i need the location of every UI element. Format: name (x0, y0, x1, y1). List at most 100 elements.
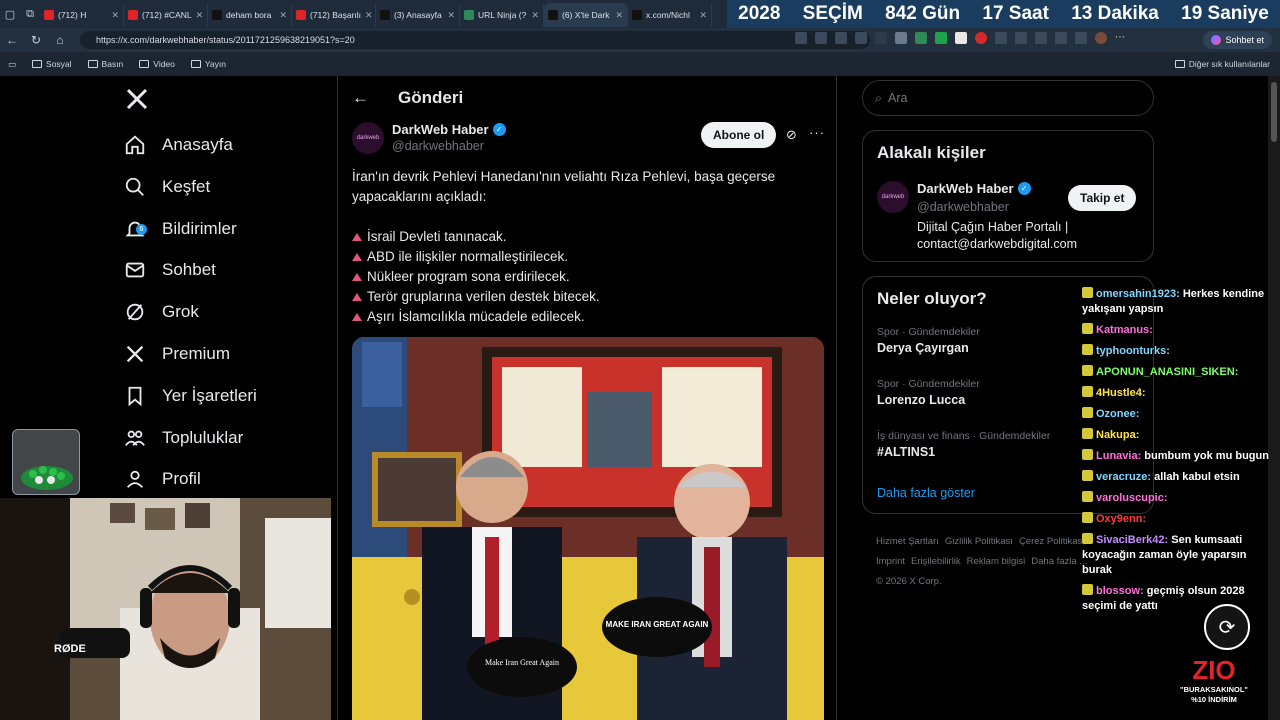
related-avatar[interactable]: darkweb (877, 181, 909, 213)
nav-item-bookmark[interactable]: Yer İşaretleri (124, 376, 257, 416)
close-icon[interactable]: ✕ (111, 10, 119, 21)
bookmark-label: Video (153, 59, 175, 69)
red-triangle-icon (352, 273, 362, 281)
browser-tab[interactable]: URL Ninja (? ✕ (460, 3, 544, 27)
nav-item-mail[interactable]: Sohbet (124, 250, 216, 290)
extension-icon[interactable] (875, 32, 887, 44)
avatar[interactable] (1095, 32, 1107, 44)
grok-explain-icon[interactable]: ⊘ (786, 127, 797, 143)
related-handle[interactable]: @darkwebhaber (917, 200, 1009, 214)
nav-item-home[interactable]: Anasayfa (124, 125, 233, 165)
bookmark-folder[interactable]: Video (139, 59, 175, 69)
countdown-minutes: 13 Dakika (1071, 3, 1159, 24)
nav-item-label: Grok (162, 302, 199, 322)
extension-icon[interactable] (915, 32, 927, 44)
close-icon[interactable]: ✕ (196, 10, 204, 21)
copilot-chat-button[interactable]: Sohbet et (1203, 31, 1272, 49)
more-options-icon[interactable]: ··· (809, 125, 825, 140)
back-arrow-icon[interactable]: ← (352, 88, 369, 108)
close-icon[interactable]: ✕ (447, 10, 455, 21)
tab-label: x.com/Nichl (646, 10, 690, 20)
browser-tab[interactable]: deham bora ✕ (208, 3, 292, 27)
chat-badge-icon (1082, 449, 1093, 460)
window-menu-icon[interactable]: ▢ (0, 0, 20, 28)
author-name: DarkWeb Haber (392, 122, 489, 137)
subscribe-button[interactable]: Abone ol (701, 122, 777, 148)
nav-item-x[interactable]: Premium (124, 334, 230, 374)
translate-icon[interactable] (795, 32, 807, 44)
browser-tab[interactable]: (712) #CANL ✕ (124, 3, 208, 27)
browser-tab[interactable]: (712) Başarılı ✕ (292, 3, 376, 27)
back-icon[interactable]: ← (0, 33, 24, 47)
x-logo-icon[interactable] (125, 86, 149, 118)
nav-item-grok[interactable]: Grok (124, 292, 199, 332)
read-aloud-icon[interactable] (835, 32, 847, 44)
extension-icon[interactable] (935, 32, 947, 44)
chat-username: Lunavia: (1096, 450, 1142, 462)
post-image[interactable]: Make Iran Great Again MAKE IRAN GREAT AG… (352, 337, 824, 720)
browser-essentials-icon[interactable] (1075, 32, 1087, 44)
footer-link[interactable]: Reklam bilgisi (967, 556, 1026, 567)
bookmark-folder[interactable]: Sosyal (32, 59, 72, 69)
author-avatar[interactable]: darkweb (352, 122, 384, 154)
browser-tab[interactable]: x.com/Nichl ✕ (628, 3, 712, 27)
browser-tab[interactable]: (712) H ✕ (40, 3, 124, 27)
chat-message: Katmanus: (1082, 323, 1270, 338)
show-more-link[interactable]: Daha fazla göster (877, 486, 975, 500)
related-name-row[interactable]: DarkWeb Haber ✓ (917, 181, 1031, 196)
collections-icon[interactable] (1055, 32, 1067, 44)
close-icon[interactable]: ✕ (615, 10, 623, 21)
tab-label: (712) H (58, 10, 87, 20)
footer-link[interactable]: Imprint (876, 556, 905, 567)
chat-username: blossow: (1096, 585, 1144, 597)
url-field[interactable]: https://x.com/darkwebhaber/status/201172… (80, 31, 870, 49)
zoom-icon[interactable] (815, 32, 827, 44)
favorite-star-icon[interactable] (855, 32, 867, 44)
footer-link[interactable]: Hizmet Şartları (876, 536, 939, 547)
bookmark-folder[interactable]: Basın (87, 59, 123, 69)
nav-item-profile[interactable]: Profil (124, 459, 201, 499)
refresh-icon[interactable]: ↻ (24, 33, 48, 47)
red-triangle-icon (352, 253, 362, 261)
search-input[interactable]: ⌕ Ara (862, 80, 1154, 116)
extension-icon[interactable] (955, 32, 967, 44)
sidebar-toggle-icon[interactable]: ▭ (8, 59, 16, 70)
author-name-row[interactable]: DarkWeb Haber ✓ (392, 122, 506, 137)
tab-actions-icon[interactable]: ⧉ (20, 0, 40, 28)
browser-tab[interactable]: (3) Anasayfa ✕ (376, 3, 460, 27)
chat-message: SivaciBerk42: Sen kumsaati koyacağın zam… (1082, 533, 1270, 578)
close-icon[interactable]: ✕ (365, 10, 373, 21)
footer-link[interactable]: Erişilebilirlik (911, 556, 961, 567)
nav-item-search[interactable]: Keşfet (124, 167, 210, 207)
scrollbar-thumb[interactable] (1271, 82, 1277, 142)
extension-icon[interactable] (975, 32, 987, 44)
bookmark-folder[interactable]: Yayın (190, 59, 226, 69)
chat-username: Ozonee: (1096, 408, 1140, 420)
close-icon[interactable]: ✕ (531, 10, 539, 21)
browser-tab[interactable]: (6) X'te Dark ✕ (544, 3, 628, 27)
favorites-icon[interactable] (1035, 32, 1047, 44)
follow-button[interactable]: Takip et (1068, 185, 1137, 211)
extension-icon[interactable] (895, 32, 907, 44)
trend-item[interactable]: Spor · Gündemdekiler Lorenzo Lucca (877, 378, 980, 407)
nav-item-label: Sohbet (162, 260, 216, 280)
close-icon[interactable]: ✕ (699, 10, 707, 21)
close-icon[interactable]: ✕ (279, 10, 287, 21)
profile-icon (124, 468, 146, 490)
author-handle[interactable]: @darkwebhaber (392, 139, 484, 153)
footer-link[interactable]: Çerez Politikası (1019, 536, 1085, 547)
nav-item-bell[interactable]: 6 Bildirimler (124, 209, 237, 249)
other-bookmarks[interactable]: Diğer sık kullanılanlar (1174, 59, 1270, 69)
more-icon[interactable]: ⋯ (1115, 32, 1127, 44)
footer-link[interactable]: Daha fazla ... (1031, 556, 1087, 567)
streamer-webcam: RØDE (0, 498, 331, 720)
split-screen-icon[interactable] (1015, 32, 1027, 44)
trend-item[interactable]: Spor · Gündemdekiler Derya Çayırgan (877, 326, 980, 355)
footer-link[interactable]: Gizlilik Politikası (945, 536, 1013, 547)
footer-link: © 2026 X Corp. (876, 576, 942, 587)
nav-item-communities[interactable]: Topluluklar (124, 418, 243, 458)
home-browser-icon[interactable]: ⌂ (48, 33, 72, 47)
trend-item[interactable]: İş dünyası ve finans · Gündemdekiler #AL… (877, 430, 1050, 459)
extensions-puzzle-icon[interactable] (995, 32, 1007, 44)
post-intro: İran'ın devrik Pehlevi Hanedanı'nın veli… (352, 169, 776, 204)
